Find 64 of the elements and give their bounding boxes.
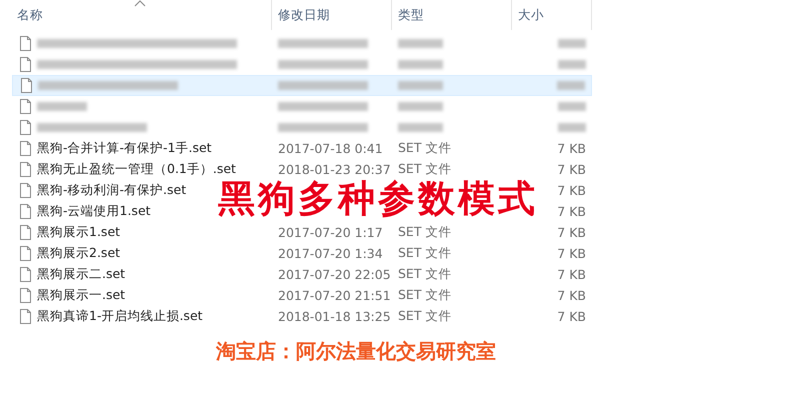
file-size: 7 KB — [557, 225, 586, 240]
file-icon — [20, 36, 31, 51]
file-icon — [21, 78, 32, 93]
file-icon — [20, 120, 31, 135]
file-size: 7 KB — [557, 267, 586, 282]
blurred-text — [37, 102, 87, 111]
file-type: SET 文件 — [398, 308, 452, 325]
column-header[interactable]: 类型 — [392, 6, 424, 24]
shop-caption: 淘宝店：阿尔法量化交易研究室 — [216, 338, 496, 365]
file-size: 7 KB — [557, 309, 586, 324]
blurred-text — [398, 102, 443, 111]
blurred-text — [558, 60, 586, 69]
file-type: SET 文件 — [398, 224, 452, 241]
blurred-text — [398, 39, 443, 48]
file-icon — [20, 162, 31, 177]
file-icon — [20, 288, 31, 303]
file-name[interactable]: 黑狗-合并计算-有保护-1手.set — [37, 140, 212, 157]
modified-date: 2018-01-18 13:25 — [278, 309, 391, 324]
blurred-text — [398, 123, 443, 132]
file-icon — [20, 99, 31, 114]
file-name[interactable]: 黑狗展示二.set — [37, 266, 126, 283]
file-name[interactable]: 黑狗-移动利润-有保护.set — [37, 182, 186, 199]
file-type: SET 文件 — [398, 287, 452, 304]
blurred-text — [558, 39, 586, 48]
modified-date: 2017-07-20 1:34 — [278, 246, 383, 261]
file-size: 7 KB — [557, 204, 586, 219]
modified-date: 2017-07-20 1:17 — [278, 225, 383, 240]
file-icon — [20, 267, 31, 282]
file-name[interactable]: 黑狗展示一.set — [37, 287, 126, 304]
file-size: 7 KB — [557, 162, 586, 177]
file-type: SET 文件 — [398, 140, 452, 157]
column-header[interactable]: 大小 — [512, 6, 544, 24]
file-type: SET 文件 — [398, 266, 452, 283]
file-icon — [20, 141, 31, 156]
blurred-text — [557, 81, 586, 90]
file-icon — [20, 246, 31, 261]
blurred-text — [558, 123, 586, 132]
file-size: 7 KB — [557, 141, 586, 156]
file-name[interactable]: 黑狗展示2.set — [37, 245, 120, 262]
file-name[interactable]: 黑狗-云端使用1.set — [37, 203, 151, 220]
blurred-text — [558, 102, 586, 111]
selected-row[interactable] — [12, 75, 592, 96]
file-size: 7 KB — [557, 288, 586, 303]
file-type: SET 文件 — [398, 245, 452, 262]
file-name[interactable]: 黑狗真谛1-开启均线止损.set — [37, 308, 203, 325]
file-size: 7 KB — [557, 246, 586, 261]
overlay-title: 黑狗多种参数模式 — [218, 176, 538, 220]
file-icon — [20, 204, 31, 219]
blurred-text — [398, 81, 443, 90]
column-header[interactable]: 修改日期 — [272, 6, 330, 24]
file-name[interactable]: 黑狗无止盈统一管理（0.1手）.set — [37, 161, 236, 178]
file-icon — [20, 57, 31, 72]
column-header[interactable]: 名称 — [11, 6, 43, 24]
file-icon — [20, 225, 31, 240]
modified-date: 2017-07-20 22:05 — [278, 267, 391, 282]
file-icon — [20, 309, 31, 324]
modified-date: 2017-07-20 21:51 — [278, 288, 391, 303]
file-size: 7 KB — [557, 183, 586, 198]
file-icon — [20, 183, 31, 198]
blurred-text — [398, 60, 443, 69]
modified-date: 2018-01-23 20:37 — [278, 162, 391, 177]
modified-date: 2017-07-18 0:41 — [278, 141, 383, 156]
file-name[interactable]: 黑狗展示1.set — [37, 224, 120, 241]
file-type: SET 文件 — [398, 161, 452, 178]
